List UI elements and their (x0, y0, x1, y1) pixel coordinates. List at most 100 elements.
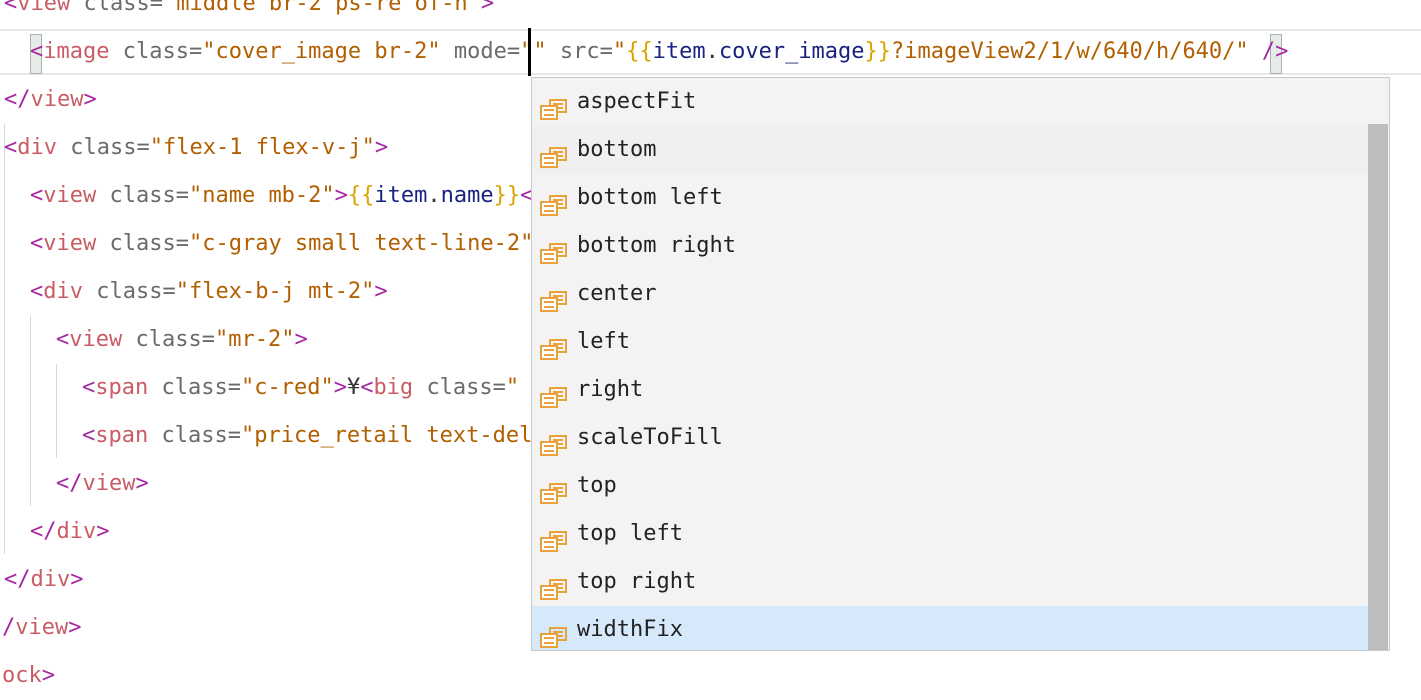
code-token: > (83, 87, 97, 112)
suggestion-item[interactable]: top right (532, 558, 1389, 606)
code-token: cover_image (718, 39, 865, 64)
suggestion-item[interactable]: aspectFit (532, 78, 1389, 126)
code-token: " (520, 39, 534, 64)
snippet-icon (540, 619, 568, 648)
code-token: "c-red" (240, 375, 334, 400)
code-token: class= (426, 375, 506, 400)
snippet-icon (540, 475, 568, 504)
code-token: < (30, 279, 44, 304)
code-token: ock (2, 663, 42, 688)
code-token: < (82, 375, 96, 400)
code-token: ?imageView2/1/w/640/h/640/" (891, 39, 1249, 64)
code-token: > (480, 0, 495, 16)
code-token: . (427, 183, 441, 208)
suggestion-label: top left (577, 521, 683, 546)
suggestion-item[interactable]: scaleToFill (532, 414, 1389, 462)
code-token: "cover_image br-2" (202, 39, 441, 64)
suggestion-item[interactable]: bottom left (532, 174, 1389, 222)
code-token: "mr-2" (214, 327, 295, 352)
code-token: > (374, 279, 388, 304)
code-token: class= (161, 423, 241, 448)
suggestion-item[interactable]: top left (532, 510, 1389, 558)
code-token: / (2, 615, 16, 640)
suggestion-label: center (577, 281, 657, 306)
code-token: span (95, 423, 149, 448)
code-token: / (1261, 39, 1276, 64)
code-token: > (68, 615, 82, 640)
snippet-icon (540, 283, 568, 312)
code-token: src= (559, 39, 613, 64)
suggestion-label: scaleToFill (577, 425, 723, 450)
snippet-icon (540, 379, 568, 408)
code-token: span (95, 375, 149, 400)
suggestion-label: bottom right (577, 233, 736, 258)
code-token: image (43, 39, 110, 64)
code-token: </ (56, 471, 83, 496)
suggestion-label: left (577, 329, 630, 354)
code-line: ock> (0, 652, 1421, 700)
code-token: < (30, 39, 44, 64)
code-token: mode= (453, 39, 521, 64)
code-token: " (505, 375, 520, 400)
code-token: view (30, 87, 84, 112)
snippet-icon (540, 571, 568, 600)
suggestion-item[interactable]: left (532, 318, 1389, 366)
snippet-icon (540, 331, 568, 360)
code-token: item (374, 183, 428, 208)
code-token: ¥ (346, 375, 361, 400)
code-token: div (43, 279, 83, 304)
code-line: <image class="cover_image br-2" mode="" … (0, 28, 1421, 76)
suggestion-label: bottom (577, 137, 657, 162)
code-token: "c-gray small text-line-2" (188, 231, 534, 256)
snippet-icon (540, 91, 568, 120)
code-token: {{ (626, 39, 653, 64)
code-token: big (373, 375, 414, 400)
code-token: > (70, 567, 84, 592)
code-token: }} (493, 183, 521, 208)
popup-scrollbar-thumb[interactable] (1368, 124, 1388, 650)
code-token: < (360, 375, 374, 400)
suggestion-label: top right (577, 569, 697, 594)
code-token: </ (4, 87, 31, 112)
code-token: class= (135, 327, 215, 352)
code-token: "flex-1 flex-v-j" (149, 135, 375, 160)
code-token: }} (864, 39, 892, 64)
popup-scrollbar-track[interactable] (1368, 78, 1389, 650)
suggestion-item[interactable]: bottom (532, 126, 1389, 174)
snippet-icon (540, 235, 568, 264)
code-token: > (334, 183, 348, 208)
suggestion-item[interactable]: widthFix (532, 606, 1389, 650)
autocomplete-popup[interactable]: aspectFit bottom bottom left bottom right ce… (531, 77, 1390, 651)
code-token: view (43, 231, 97, 256)
code-token: div (56, 519, 97, 544)
suggestion-item[interactable]: right (532, 366, 1389, 414)
code-token: "middle br-2 ps-re of-h" (162, 0, 481, 16)
code-token: class= (70, 135, 150, 160)
snippet-icon (540, 523, 568, 552)
suggestion-item[interactable]: center (532, 270, 1389, 318)
code-token: name (440, 183, 494, 208)
code-token: . (705, 39, 719, 64)
code-token: item (652, 39, 706, 64)
code-token: class= (161, 375, 241, 400)
code-token: > (294, 327, 308, 352)
code-token: > (374, 135, 389, 160)
code-token: > (135, 471, 149, 496)
suggestion-item[interactable]: bottom right (532, 222, 1389, 270)
code-token: view (43, 183, 97, 208)
code-token: "price_retail text-del (240, 423, 533, 448)
code-token: < (56, 327, 70, 352)
code-token: div (17, 135, 57, 160)
suggestion-item[interactable]: top (532, 462, 1389, 510)
code-token: view (17, 0, 71, 16)
code-token: {{ (347, 183, 375, 208)
